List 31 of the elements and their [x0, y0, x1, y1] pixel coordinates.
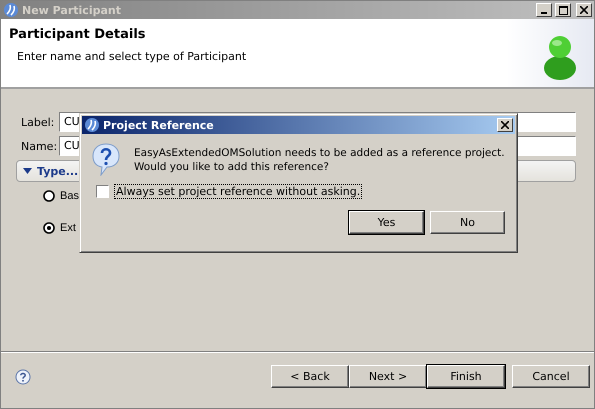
- radio-button[interactable]: [43, 190, 55, 202]
- message-text: EasyAsExtendedOMSolution needs to be added as a reference project.: [134, 146, 505, 160]
- question-icon: [92, 142, 120, 176]
- window-title: New Participant: [22, 4, 122, 16]
- close-button[interactable]: [497, 118, 513, 132]
- close-icon: [501, 121, 509, 129]
- yes-button[interactable]: Yes: [349, 211, 424, 234]
- radio-button[interactable]: [43, 222, 55, 234]
- close-button[interactable]: [576, 3, 592, 17]
- app-logo-icon: [3, 2, 19, 18]
- field-label: Name:: [21, 140, 58, 152]
- no-button[interactable]: No: [430, 211, 505, 234]
- minimize-button[interactable]: [536, 3, 552, 17]
- maximize-icon: [558, 6, 568, 14]
- field-label: Label:: [21, 116, 56, 128]
- page-subtitle: Enter name and select type of Participant: [17, 50, 248, 63]
- message-text: Would you like to add this reference?: [134, 160, 330, 174]
- cancel-button[interactable]: Cancel: [512, 365, 590, 388]
- checkbox-label: Always set project reference without asking.: [114, 184, 362, 199]
- radio-label: Ext: [60, 222, 76, 234]
- app-logo-icon: [84, 117, 100, 133]
- radio-label: Bas: [60, 190, 79, 202]
- next-button[interactable]: Next >: [349, 365, 427, 388]
- page-title: Participant Details: [9, 27, 147, 42]
- back-button[interactable]: < Back: [271, 365, 349, 388]
- finish-button[interactable]: Finish: [427, 365, 505, 388]
- close-icon: [580, 6, 588, 14]
- maximize-button[interactable]: [555, 3, 571, 17]
- checkbox[interactable]: [96, 185, 109, 198]
- help-icon[interactable]: [15, 368, 31, 384]
- dialog-title: Project Reference: [103, 118, 215, 132]
